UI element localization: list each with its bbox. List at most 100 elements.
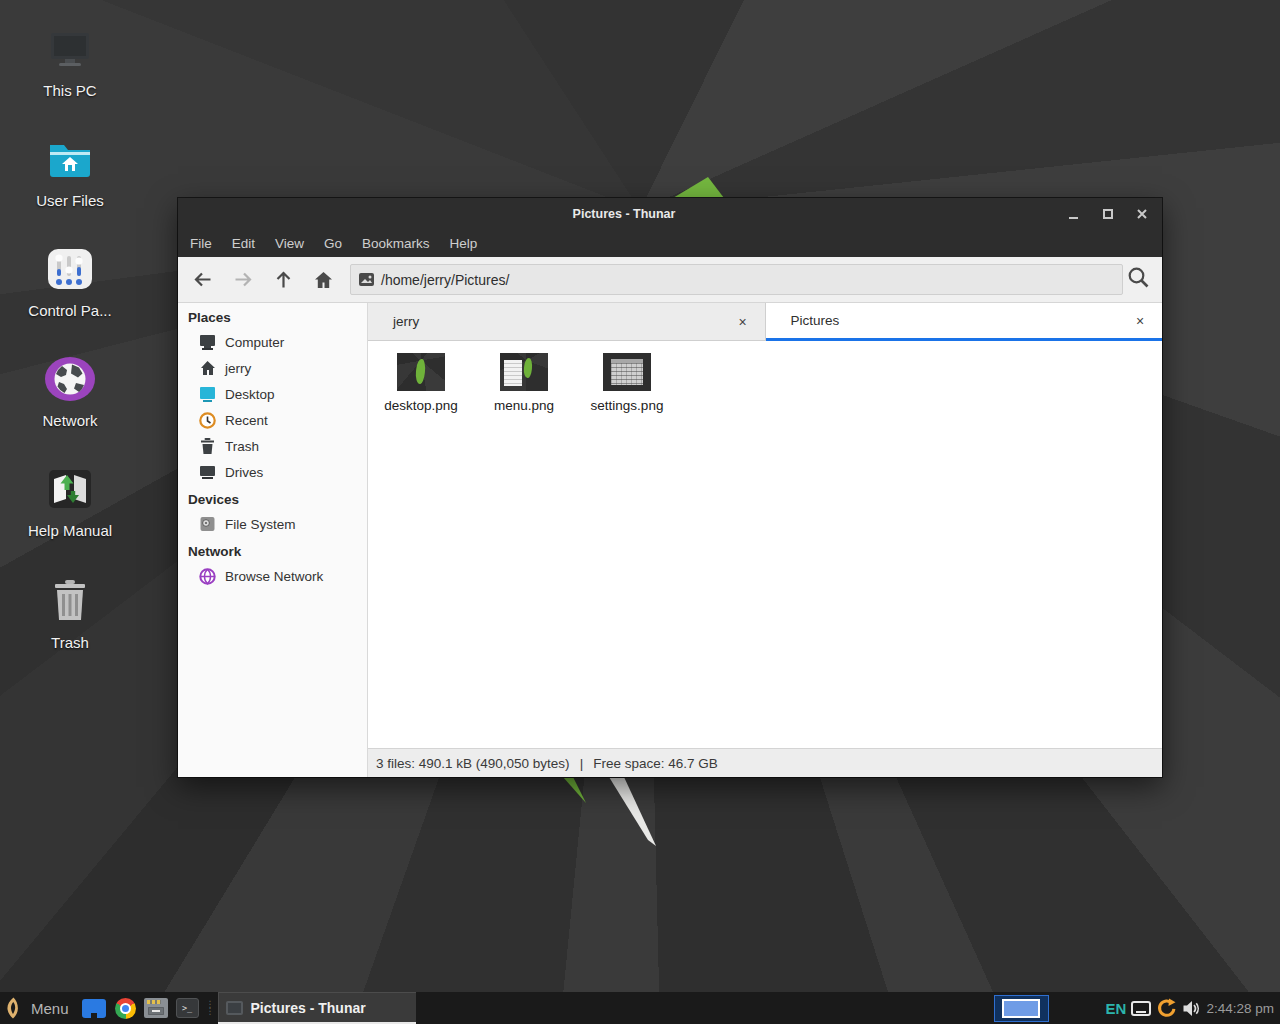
control-panel-icon — [22, 244, 118, 294]
task-label: Pictures - Thunar — [251, 1000, 366, 1016]
help-manual-icon — [22, 464, 118, 514]
status-files: 3 files: 490.1 kB (490,050 bytes) — [376, 756, 570, 771]
tab-jerry[interactable]: jerry × — [368, 303, 766, 341]
close-button[interactable] — [1136, 208, 1148, 220]
sidebar-item-trash[interactable]: Trash — [178, 433, 367, 459]
menu-file[interactable]: File — [180, 236, 222, 251]
volume-icon[interactable] — [1182, 1000, 1201, 1017]
sidebar-item-recent[interactable]: Recent — [178, 407, 367, 433]
desktop: This PC User Files Control Pa... Network… — [0, 0, 1280, 1024]
file-desktop-png[interactable]: desktop.png — [373, 353, 469, 413]
workspace-switcher[interactable] — [994, 995, 1049, 1022]
tab-pictures[interactable]: Pictures × — [766, 303, 1163, 341]
file-menu-png[interactable]: menu.png — [476, 353, 572, 413]
globe-icon — [199, 568, 216, 585]
desktop-icon-network[interactable]: Network — [22, 354, 118, 429]
terminal-icon[interactable]: >_ — [172, 992, 203, 1024]
path-text: /home/jerry/Pictures/ — [381, 272, 509, 288]
sidebar-item-label: Computer — [225, 335, 284, 350]
taskbar-window-button[interactable]: Pictures - Thunar — [218, 992, 416, 1024]
up-button[interactable] — [263, 271, 303, 289]
sidebar-item-label: Browse Network — [225, 569, 323, 584]
computer-icon — [22, 24, 118, 74]
sidebar-item-file-system[interactable]: File System — [178, 511, 367, 537]
minimize-button[interactable] — [1068, 208, 1080, 220]
sidebar-header-devices: Devices — [178, 485, 367, 511]
path-bar[interactable]: /home/jerry/Pictures/ — [350, 264, 1123, 295]
desktop-icon-label: User Files — [22, 192, 118, 209]
network-globe-icon — [22, 354, 118, 404]
file-settings-png[interactable]: settings.png — [579, 353, 675, 413]
file-thumbnail — [397, 353, 445, 391]
file-manager-icon[interactable] — [141, 992, 172, 1024]
desktop-icon-this-pc[interactable]: This PC — [22, 24, 118, 99]
hard-disk-icon — [199, 516, 216, 532]
software-manager-icon[interactable] — [79, 992, 110, 1024]
desktop-icon-label: Trash — [22, 634, 118, 651]
sidebar-header-network: Network — [178, 537, 367, 563]
sidebar-item-browse-network[interactable]: Browse Network — [178, 563, 367, 589]
desktop-icon-user-files[interactable]: User Files — [22, 134, 118, 209]
taskbar-separator: ⋮⋮ — [206, 1001, 215, 1015]
sidebar-item-label: Drives — [225, 465, 263, 480]
start-menu-button[interactable]: Menu — [31, 1000, 69, 1017]
desktop-icon-label: Help Manual — [22, 522, 118, 539]
sidebar-item-drives[interactable]: Drives — [178, 459, 367, 485]
menu-edit[interactable]: Edit — [222, 236, 265, 251]
menu-go[interactable]: Go — [314, 236, 352, 251]
titlebar[interactable]: Pictures - Thunar — [178, 198, 1162, 230]
file-name: settings.png — [579, 398, 675, 413]
tab-label: Pictures — [791, 313, 840, 328]
forward-button[interactable] — [223, 272, 263, 287]
file-thumbnail — [603, 353, 651, 391]
window-title: Pictures - Thunar — [573, 198, 676, 230]
status-bar: 3 files: 490.1 kB (490,050 bytes) | Free… — [368, 748, 1162, 777]
menubar: File Edit View Go Bookmarks Help — [178, 230, 1162, 257]
home-button[interactable] — [303, 271, 343, 289]
tab-bar: jerry × Pictures × — [368, 303, 1162, 341]
trash-icon — [199, 438, 216, 454]
clock: 2:44:28 pm — [1206, 1001, 1274, 1016]
menu-help[interactable]: Help — [440, 236, 488, 251]
keyboard-layout-indicator[interactable]: EN — [1106, 1000, 1127, 1017]
desktop-icon-label: This PC — [22, 82, 118, 99]
chrome-icon[interactable] — [110, 992, 141, 1024]
sidebar-header-places: Places — [178, 303, 367, 329]
home-folder-icon — [22, 134, 118, 184]
desktop-icon-control-panel[interactable]: Control Pa... — [22, 244, 118, 319]
keyboard-icon[interactable] — [1131, 1001, 1151, 1016]
tab-close-icon[interactable]: × — [735, 314, 751, 330]
status-free-space: Free space: 46.7 GB — [593, 756, 718, 771]
sidebar-item-computer[interactable]: Computer — [178, 329, 367, 355]
start-menu-logo-icon[interactable] — [2, 992, 24, 1024]
thunar-window: Pictures - Thunar File Edit View Go Book… — [178, 198, 1162, 777]
sidebar-item-label: Recent — [225, 413, 268, 428]
sidebar-item-label: jerry — [225, 361, 251, 376]
tab-close-icon[interactable]: × — [1132, 313, 1148, 329]
sidebar-item-jerry[interactable]: jerry — [178, 355, 367, 381]
clock-icon — [199, 412, 216, 429]
tab-label: jerry — [393, 314, 419, 329]
back-button[interactable] — [183, 272, 223, 287]
computer-icon — [199, 334, 216, 350]
desktop-icon-trash[interactable]: Trash — [22, 576, 118, 651]
maximize-button[interactable] — [1102, 208, 1114, 220]
search-icon[interactable] — [1127, 266, 1150, 293]
sidebar-item-desktop[interactable]: Desktop — [178, 381, 367, 407]
desktop-icon-help-manual[interactable]: Help Manual — [22, 464, 118, 539]
status-separator: | — [580, 756, 584, 771]
sidebar-item-label: Desktop — [225, 387, 275, 402]
desktop-icon — [199, 386, 216, 402]
sidebar-item-label: Trash — [225, 439, 259, 454]
thunar-task-icon — [226, 1001, 243, 1015]
file-name: desktop.png — [373, 398, 469, 413]
menu-view[interactable]: View — [265, 236, 314, 251]
toolbar: /home/jerry/Pictures/ — [178, 257, 1162, 303]
file-name: menu.png — [476, 398, 572, 413]
image-icon — [359, 273, 374, 286]
sidebar-item-label: File System — [225, 517, 296, 532]
menu-bookmarks[interactable]: Bookmarks — [352, 236, 440, 251]
home-icon — [199, 360, 216, 376]
update-manager-icon[interactable] — [1156, 998, 1177, 1019]
drive-icon — [199, 464, 216, 480]
